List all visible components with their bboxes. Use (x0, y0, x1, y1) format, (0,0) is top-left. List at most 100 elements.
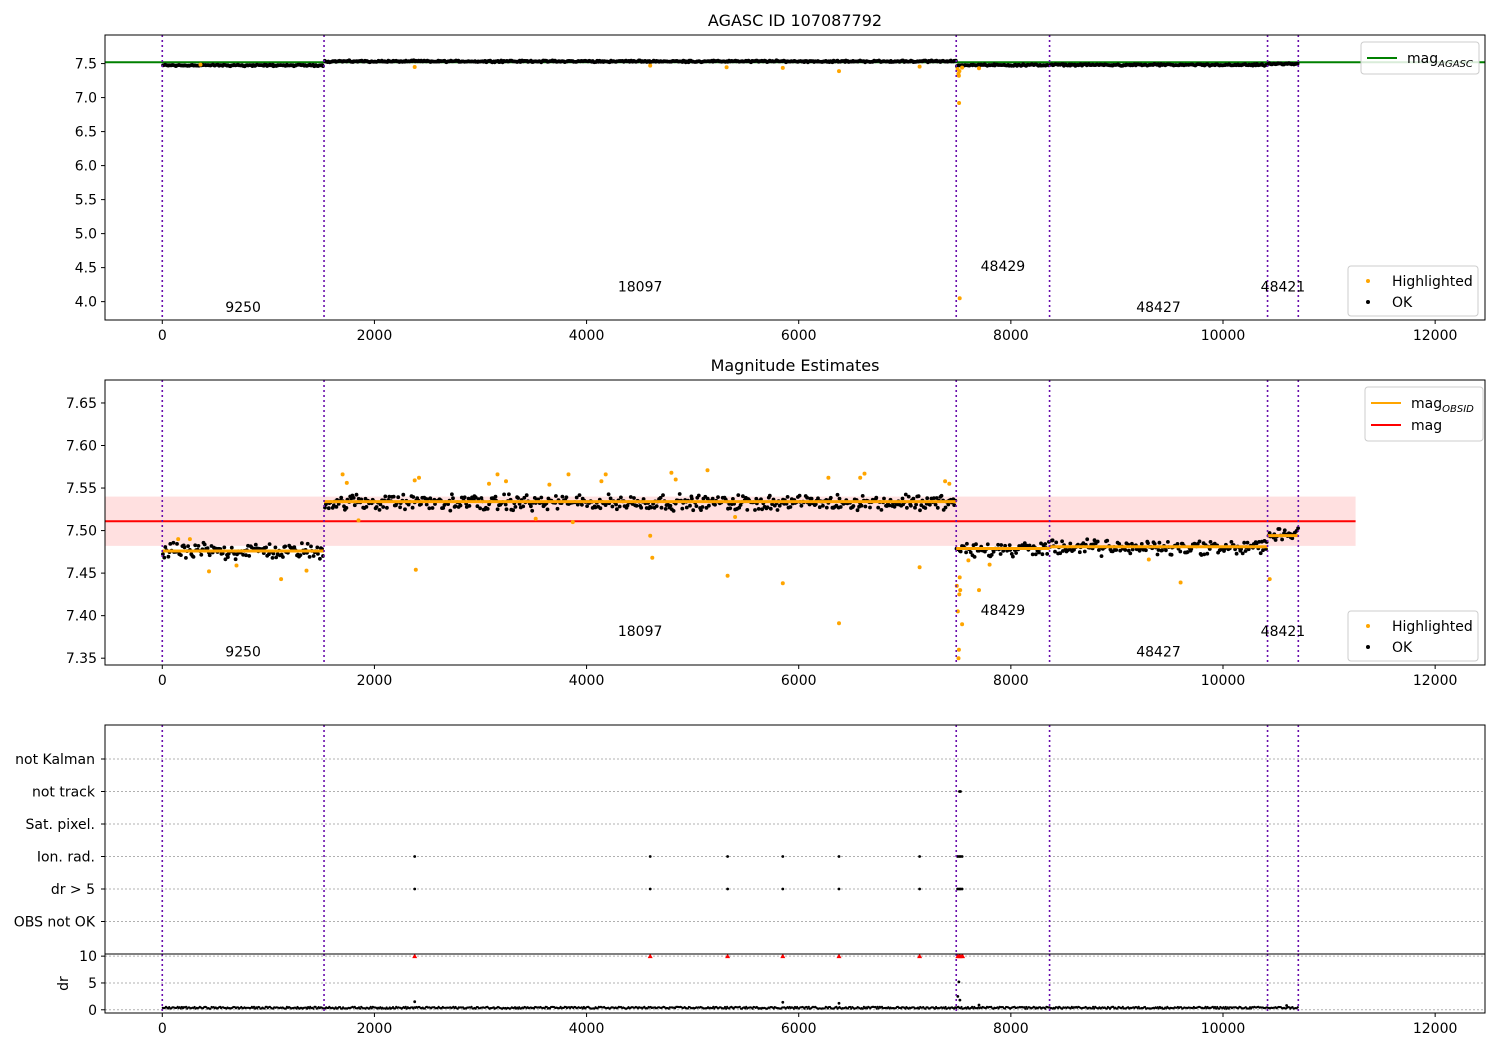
ok-point (430, 506, 435, 510)
ok-point (202, 542, 207, 547)
highlighted-point (566, 472, 571, 477)
ok-point (617, 504, 622, 509)
highlighted-point (412, 478, 417, 483)
ok-point (868, 505, 872, 510)
ok-point (184, 556, 188, 560)
ok-point (411, 495, 416, 499)
ok-point (1139, 542, 1144, 546)
ok-point (649, 505, 654, 510)
ok-point (1234, 551, 1239, 556)
highlighted-point (780, 65, 785, 70)
ok-point (684, 505, 689, 510)
ok-point (785, 495, 790, 499)
ok-point (267, 542, 272, 546)
ok-point (298, 553, 303, 557)
ok-point (816, 496, 820, 501)
ok-point (383, 494, 388, 499)
ok-point (1043, 542, 1048, 546)
ok-point (1280, 537, 1284, 542)
ok-point (207, 553, 212, 558)
obsid-label: 48429 (981, 259, 1026, 275)
ok-point (1117, 542, 1122, 546)
y-tick-label: 5.0 (75, 227, 97, 243)
flag-point (918, 887, 921, 891)
ok-point (1205, 551, 1210, 556)
ok-point (410, 505, 415, 510)
y-axis-label: dr (56, 976, 72, 991)
ok-point (478, 506, 482, 511)
dr-outlier-point (1285, 1004, 1288, 1007)
ok-point (710, 496, 715, 501)
ok-point (1068, 541, 1073, 546)
obsid-label: 48421 (1261, 279, 1306, 295)
ok-point (281, 555, 285, 559)
flag-point (781, 887, 785, 891)
ok-point (253, 542, 258, 547)
ok-point (453, 504, 458, 509)
highlighted-point (956, 647, 961, 652)
ok-point (1229, 540, 1234, 544)
ok-point (318, 556, 322, 561)
flag-point (960, 887, 964, 891)
ok-point (1277, 527, 1282, 531)
ok-point (179, 553, 183, 557)
ok-point (545, 507, 550, 512)
ok-point (1160, 548, 1164, 553)
legend-label: Highlighted (1392, 619, 1473, 635)
ok-point (916, 494, 921, 499)
highlighted-point (495, 472, 500, 477)
flag-point (837, 855, 841, 858)
ok-point (935, 505, 940, 510)
ok-point (374, 505, 379, 509)
ok-point (654, 504, 659, 508)
ok-point (448, 508, 453, 513)
ok-point (166, 554, 171, 559)
ok-point (694, 504, 699, 508)
ok-point (264, 545, 268, 550)
legend-marker (1366, 624, 1370, 628)
ok-point (222, 545, 227, 550)
ok-point (619, 495, 623, 500)
x-tick-label: 8000 (993, 673, 1029, 689)
ok-point (339, 495, 344, 500)
ok-point (614, 502, 618, 507)
x-tick-label: 8000 (993, 328, 1029, 344)
x-tick-label: 12000 (1413, 328, 1458, 344)
ok-point (1011, 554, 1015, 559)
ok-point (767, 493, 772, 498)
ok-point (876, 505, 881, 510)
legend-label: OK (1392, 295, 1413, 311)
obsid-label: 48427 (1136, 300, 1181, 316)
ok-point (851, 504, 856, 508)
highlighted-point (413, 567, 418, 572)
highlighted-point (724, 65, 729, 70)
dr-outlier-point (781, 1000, 785, 1004)
ok-point (1054, 540, 1059, 545)
y-tick-label: 0 (88, 1003, 97, 1019)
y-tick-label: 7.35 (66, 651, 97, 667)
ok-point (311, 554, 316, 558)
y-tick-label: 7.60 (66, 439, 97, 455)
chart-title: AGASC ID 107087792 (708, 11, 882, 30)
ok-point (1099, 554, 1104, 558)
highlighted-point (862, 471, 867, 476)
y-tick-label: 5.5 (75, 193, 97, 209)
ok-point (668, 503, 673, 508)
ok-point (1242, 540, 1247, 545)
ok-point (585, 504, 589, 508)
ok-point (1085, 537, 1090, 542)
ok-point (754, 496, 759, 501)
ok-point (1045, 552, 1050, 556)
highlighted-point (977, 66, 981, 71)
x-tick-label: 10000 (1201, 1021, 1246, 1037)
ok-point (906, 494, 911, 499)
dr-outlier-point (837, 1001, 841, 1005)
x-tick-label: 0 (158, 1021, 167, 1037)
ok-point (691, 508, 696, 513)
highlighted-point (960, 622, 965, 627)
ok-point (451, 496, 455, 501)
flag-category-label: dr > 5 (51, 882, 95, 898)
ok-point (1060, 539, 1064, 544)
ok-point (745, 508, 750, 512)
ok-point (1273, 538, 1278, 542)
